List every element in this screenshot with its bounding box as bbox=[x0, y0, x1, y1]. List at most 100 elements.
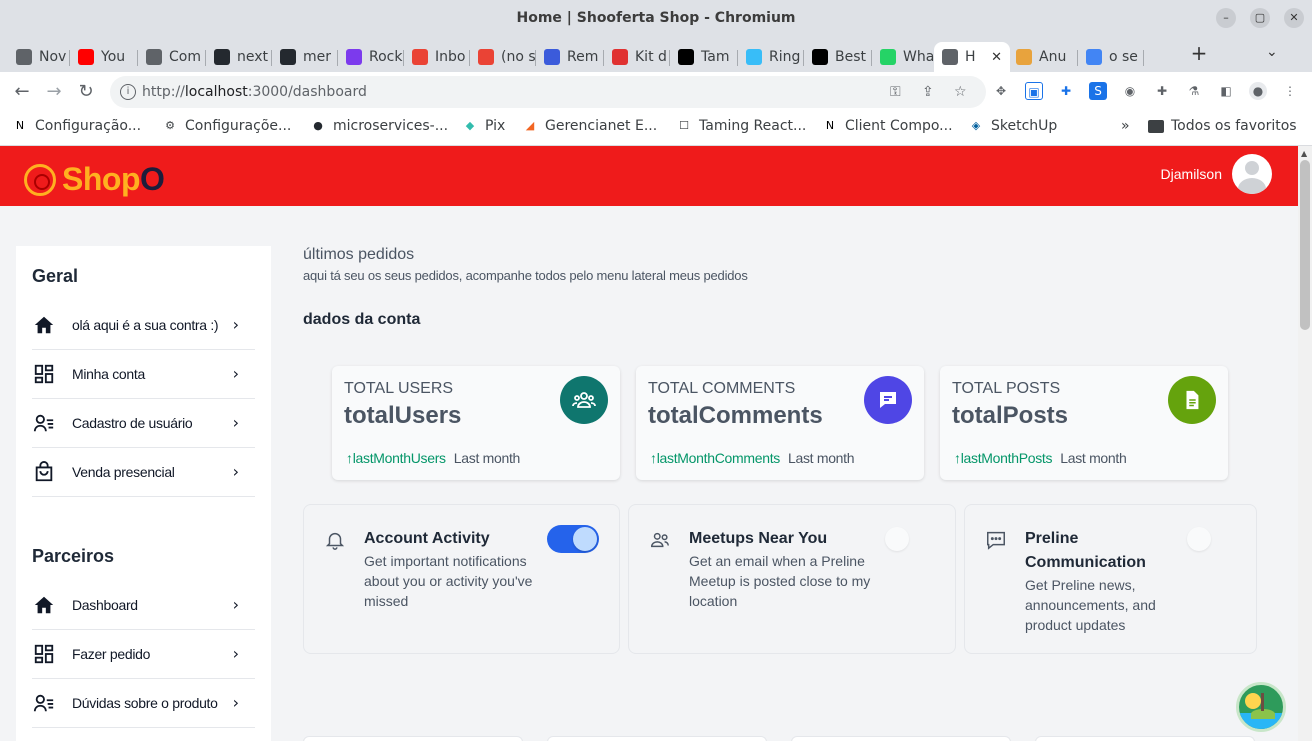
browser-tab[interactable]: Rock bbox=[338, 42, 404, 72]
new-tab-button[interactable]: + bbox=[1188, 42, 1210, 64]
browser-tab[interactable]: Rem bbox=[536, 42, 604, 72]
bookmark-item[interactable]: ● microservices-... bbox=[310, 118, 448, 134]
screenshot-extension-icon[interactable]: S bbox=[1089, 82, 1107, 100]
browser-tab[interactable]: Nov bbox=[8, 42, 70, 72]
browser-tab[interactable]: Com bbox=[138, 42, 206, 72]
food-icon bbox=[1016, 49, 1032, 65]
close-tab-icon[interactable]: ✕ bbox=[991, 50, 1002, 65]
home-icon bbox=[32, 593, 56, 617]
bookmark-item[interactable]: ☐ Taming React... bbox=[676, 118, 806, 134]
puzzle-blue-icon[interactable]: ✚ bbox=[1057, 82, 1075, 100]
logo-text: ShopO bbox=[62, 161, 165, 197]
medium-icon bbox=[812, 49, 828, 65]
chat-widget-button[interactable] bbox=[1236, 682, 1286, 732]
share-icon[interactable]: ⇪ bbox=[922, 84, 934, 100]
side-panel-icon[interactable]: ◧ bbox=[1217, 82, 1235, 100]
sidebar-item[interactable]: Dashboard › bbox=[32, 581, 255, 630]
bookmark-item[interactable]: N Configuração... bbox=[12, 118, 141, 134]
window-title: Home | Shooferta Shop - Chromium bbox=[516, 10, 796, 26]
scrollbar-thumb[interactable] bbox=[1300, 160, 1310, 330]
sidebar-item[interactable]: Fazer pedido › bbox=[32, 630, 255, 679]
sidebar-item[interactable]: Venda presencial › bbox=[32, 448, 255, 497]
toggle-knob[interactable] bbox=[1187, 527, 1211, 551]
bookmark-item[interactable]: N Client Compo... bbox=[822, 118, 953, 134]
kit-icon bbox=[612, 49, 628, 65]
profile-icon[interactable]: ● bbox=[1249, 82, 1267, 100]
tab-search-icon[interactable]: ⌄ bbox=[1266, 44, 1278, 60]
browser-tab[interactable]: Tam bbox=[670, 42, 738, 72]
setting-description: location bbox=[689, 593, 738, 609]
setting-description: Get important notifications bbox=[364, 553, 527, 569]
bookmark-item[interactable]: ⚙ Configuraçõe... bbox=[162, 118, 291, 134]
tab-strip: Nov You Com next mer Rock Inbo (no s Rem Kit d Tam… bbox=[0, 38, 1312, 72]
all-bookmarks-button[interactable]: Todos os favoritos bbox=[1148, 118, 1297, 134]
forward-icon[interactable]: → bbox=[43, 81, 65, 103]
setting-toggle[interactable] bbox=[883, 525, 935, 553]
tab-label: Nov bbox=[39, 49, 67, 65]
address-bar[interactable]: i http://localhost:3000/dashboard ⚿ ⇪ ☆ bbox=[110, 76, 986, 108]
browser-tab[interactable]: Inbo bbox=[404, 42, 470, 72]
bookmark-label: Gerencianet E... bbox=[545, 118, 658, 134]
gear-icon: ⚙ bbox=[165, 119, 175, 132]
lab-icon[interactable]: ⚗ bbox=[1185, 82, 1203, 100]
setting-description: product updates bbox=[1025, 617, 1126, 633]
setting-description: missed bbox=[364, 593, 409, 609]
sidebar-item[interactable]: Dúvidas sobre o produto › bbox=[32, 679, 255, 728]
bookmark-label: microservices-... bbox=[333, 118, 449, 134]
bookmark-item[interactable]: ◢ Gerencianet E... bbox=[522, 118, 657, 134]
avatar[interactable] bbox=[1232, 154, 1272, 194]
setting-toggle[interactable] bbox=[1185, 525, 1237, 553]
back-icon[interactable]: ← bbox=[11, 81, 33, 103]
sidebar-item[interactable]: Minha conta › bbox=[32, 350, 255, 399]
move-extension-icon[interactable]: ✥ bbox=[992, 82, 1010, 100]
address-url[interactable]: http://localhost:3000/dashboard bbox=[142, 84, 367, 100]
extensions-icon[interactable]: ✚ bbox=[1153, 82, 1171, 100]
user-menu[interactable]: Djamilson bbox=[1161, 154, 1272, 194]
bookmark-star-icon[interactable]: ☆ bbox=[954, 84, 967, 100]
whatsapp-icon bbox=[880, 49, 896, 65]
bookmarks-overflow-button[interactable]: » bbox=[1121, 118, 1130, 134]
setting-toggle[interactable] bbox=[547, 525, 599, 553]
page-scrollbar[interactable]: ▲ bbox=[1298, 146, 1312, 741]
stat-value: totalPosts bbox=[952, 402, 1069, 429]
sidebar-item[interactable]: Cadastro de usuário › bbox=[32, 399, 255, 448]
card-peek bbox=[547, 736, 767, 741]
browser-tab[interactable]: You bbox=[70, 42, 138, 72]
bookmark-item[interactable]: ◈ SketchUp bbox=[968, 118, 1058, 134]
dev-icon bbox=[678, 49, 694, 65]
browser-tab[interactable]: Wha bbox=[872, 42, 938, 72]
bookmark-item[interactable]: ◆ Pix bbox=[462, 118, 506, 134]
page-subtitle: aqui tá seu os seus pedidos, acompanhe t… bbox=[303, 268, 748, 283]
browser-tab[interactable]: next bbox=[206, 42, 272, 72]
minimize-icon[interactable]: – bbox=[1216, 8, 1236, 28]
maximize-icon[interactable]: ▢ bbox=[1250, 8, 1270, 28]
sidebar-item[interactable]: olá aqui é a sua contra :) › bbox=[32, 301, 255, 350]
reload-icon[interactable]: ↻ bbox=[75, 81, 97, 103]
site-info-icon[interactable]: i bbox=[120, 84, 136, 100]
camera-icon[interactable]: ◉ bbox=[1121, 82, 1139, 100]
card-peek bbox=[303, 736, 523, 741]
browser-tab[interactable]: Best bbox=[804, 42, 872, 72]
browser-tab[interactable]: mer bbox=[272, 42, 338, 72]
palm-shape bbox=[1261, 693, 1264, 711]
browser-tab[interactable]: Ring bbox=[738, 42, 804, 72]
tab-label: Wha bbox=[903, 49, 935, 65]
browser-tab[interactable]: H ✕ bbox=[934, 42, 1010, 72]
scroll-up-icon[interactable]: ▲ bbox=[1301, 149, 1307, 158]
browser-tab[interactable]: Anu bbox=[1008, 42, 1078, 72]
browser-tab[interactable]: o se bbox=[1078, 42, 1144, 72]
toggle-knob[interactable] bbox=[885, 527, 909, 551]
browser-tab[interactable]: Kit d bbox=[604, 42, 670, 72]
dashboard-icon bbox=[32, 362, 56, 386]
stat-trend: ↑lastMonthUsers Last month bbox=[346, 450, 520, 466]
screen-extension-icon[interactable]: ▣ bbox=[1025, 82, 1043, 100]
key-icon[interactable]: ⚿ bbox=[890, 84, 901, 100]
shop-logo[interactable]: ShopO bbox=[24, 161, 165, 198]
github-icon: ● bbox=[313, 119, 323, 132]
browser-tab[interactable]: (no s bbox=[470, 42, 536, 72]
stat-label: TOTAL COMMENTS bbox=[648, 380, 796, 397]
toggle-knob[interactable] bbox=[573, 527, 597, 551]
close-window-icon[interactable]: ✕ bbox=[1284, 8, 1304, 28]
trend-period: Last month bbox=[453, 450, 521, 466]
menu-icon[interactable]: ⋮ bbox=[1281, 82, 1299, 100]
